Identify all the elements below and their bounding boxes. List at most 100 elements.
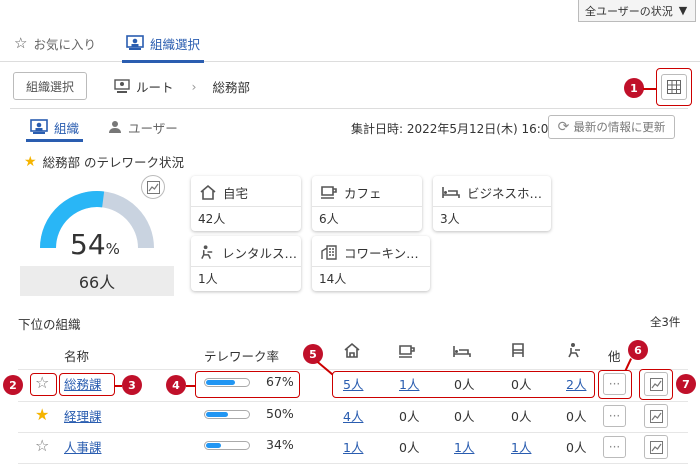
location-count-cell[interactable]: 1人 [343, 437, 363, 456]
cafe-icon [321, 186, 337, 199]
sub-orgs-title: 下位の組織 [18, 317, 81, 332]
rental-space-icon [568, 343, 580, 358]
location-count-cell[interactable]: 1人 [454, 437, 474, 456]
hotel-icon [453, 346, 471, 357]
refresh-button[interactable]: ⟳ 最新の情報に更新 [548, 115, 675, 139]
aggregate-time: 集計日時: 2022年5月12日(木) 16:00 [351, 122, 557, 136]
location-card-cafe: カフェ 6人 [312, 176, 422, 231]
summary-title: 総務部 のテレワーク状況 [42, 155, 185, 170]
callout-box-1 [656, 68, 692, 106]
location-count: 6人 [319, 212, 339, 226]
hotel-icon [442, 187, 460, 198]
callout-box-5 [332, 371, 595, 398]
location-label: カフェ [344, 185, 382, 201]
trend-chart-button[interactable] [644, 435, 668, 459]
refresh-icon: ⟳ [557, 119, 570, 135]
more-button[interactable]: ··· [603, 436, 626, 458]
callout-badge-4: 4 [166, 375, 186, 395]
subtab-user[interactable]: ユーザー [108, 114, 178, 140]
callout-line-1 [643, 88, 656, 90]
callout-line-4 [186, 385, 195, 387]
telework-rate-bar [204, 441, 250, 450]
callout-badge-1: 1 [624, 78, 644, 98]
refresh-button-label: 最新の情報に更新 [573, 120, 666, 134]
telework-rate-value: 50% [266, 406, 294, 421]
org-select-button[interactable]: 組織選択 [13, 72, 87, 100]
location-count-cell: 0人 [566, 409, 587, 424]
home-icon [344, 342, 360, 358]
row-divider [18, 369, 688, 370]
tab-org-select-label: 組織選択 [150, 36, 201, 52]
coworking-icon [512, 343, 524, 357]
location-count-cell: 0人 [399, 409, 420, 424]
home-icon [200, 184, 216, 200]
chevron-right-icon: › [191, 78, 197, 94]
header-other: 他 [608, 349, 621, 364]
status-dropdown[interactable]: 全ユーザーの状況 ▼ [578, 0, 696, 22]
location-count-cell[interactable]: 4人 [343, 406, 363, 425]
telework-rate-bar-fill [206, 412, 228, 417]
telework-rate-value: 34% [266, 437, 294, 452]
cafe-icon [399, 345, 415, 358]
location-label: レンタルス… [221, 245, 297, 261]
callout-badge-2: 2 [3, 375, 23, 395]
org-name-link[interactable]: 人事課 [64, 437, 102, 456]
user-icon [109, 121, 121, 133]
tab-favorites[interactable]: ☆ お気に入り [14, 24, 96, 62]
caret-down-icon: ▼ [678, 4, 688, 17]
status-dropdown-label: 全ユーザーの状況 [585, 4, 673, 18]
gauge-percent-value: 54 [70, 228, 106, 261]
subtab-org[interactable]: 組織 [25, 114, 84, 142]
location-count-cell: 0人 [511, 409, 532, 424]
header-name: 名称 [64, 349, 90, 364]
callout-badge-5: 5 [303, 344, 323, 364]
gauge-people-box: 66人 [20, 266, 174, 296]
location-card-rental: レンタルス… 1人 [191, 236, 301, 291]
location-label: ビジネスホ… [467, 185, 543, 201]
telework-rate-bar [204, 410, 250, 419]
star-outline-icon[interactable]: ☆ [35, 436, 49, 455]
callout-badge-6: 6 [628, 340, 648, 360]
breadcrumb-current: 総務部 [212, 79, 251, 95]
location-count-cell: 0人 [454, 409, 475, 424]
callout-box-2 [30, 373, 57, 396]
gauge-percent-unit: % [105, 240, 120, 258]
coworking-icon [321, 245, 337, 260]
location-count-cell: 0人 [566, 440, 587, 455]
gauge-people: 66人 [78, 273, 116, 292]
org-icon [126, 35, 144, 50]
callout-badge-3: 3 [122, 375, 142, 395]
telework-rate-bar-fill [206, 443, 221, 448]
row-divider [18, 463, 688, 464]
breadcrumb: ルート › 総務部 [114, 73, 250, 99]
trend-chart-button[interactable] [644, 404, 668, 428]
breadcrumb-root[interactable]: ルート [136, 77, 174, 96]
location-count: 42人 [198, 212, 226, 226]
star-filled-icon: ★ [24, 153, 37, 170]
org-icon [30, 119, 48, 134]
trend-chart-icon [649, 409, 663, 423]
location-count-cell[interactable]: 1人 [511, 437, 531, 456]
gauge-percent: 54% [70, 230, 120, 264]
location-count: 3人 [440, 212, 460, 226]
callout-box-3 [59, 373, 115, 396]
app-frame: 全ユーザーの状況 ▼ ☆ お気に入り 組織選択 組織選択 ルート › 総務部 組… [0, 0, 700, 475]
callout-badge-7: 7 [676, 374, 696, 394]
star-filled-icon[interactable]: ★ [35, 405, 49, 424]
callout-line-3 [115, 385, 122, 387]
tab-org-select[interactable]: 組織選択 [121, 24, 205, 63]
subtab-user-label: ユーザー [128, 120, 178, 136]
more-button[interactable]: ··· [603, 405, 626, 427]
trend-chart-icon [649, 440, 663, 454]
header-rate: テレワーク率 [204, 349, 280, 364]
location-card-coworking: コワーキン… 14人 [312, 236, 430, 291]
location-count-cell: 0人 [399, 440, 420, 455]
org-name-link[interactable]: 経理課 [64, 406, 102, 425]
location-card-home: 自宅 42人 [191, 176, 301, 231]
row-divider [18, 401, 688, 402]
location-count: 1人 [198, 272, 218, 286]
location-card-hotel: ビジネスホ… 3人 [433, 176, 551, 231]
top-tab-bar: ☆ お気に入り 組織選択 [0, 24, 700, 63]
rental-space-icon [201, 245, 213, 259]
location-count: 14人 [319, 272, 347, 286]
